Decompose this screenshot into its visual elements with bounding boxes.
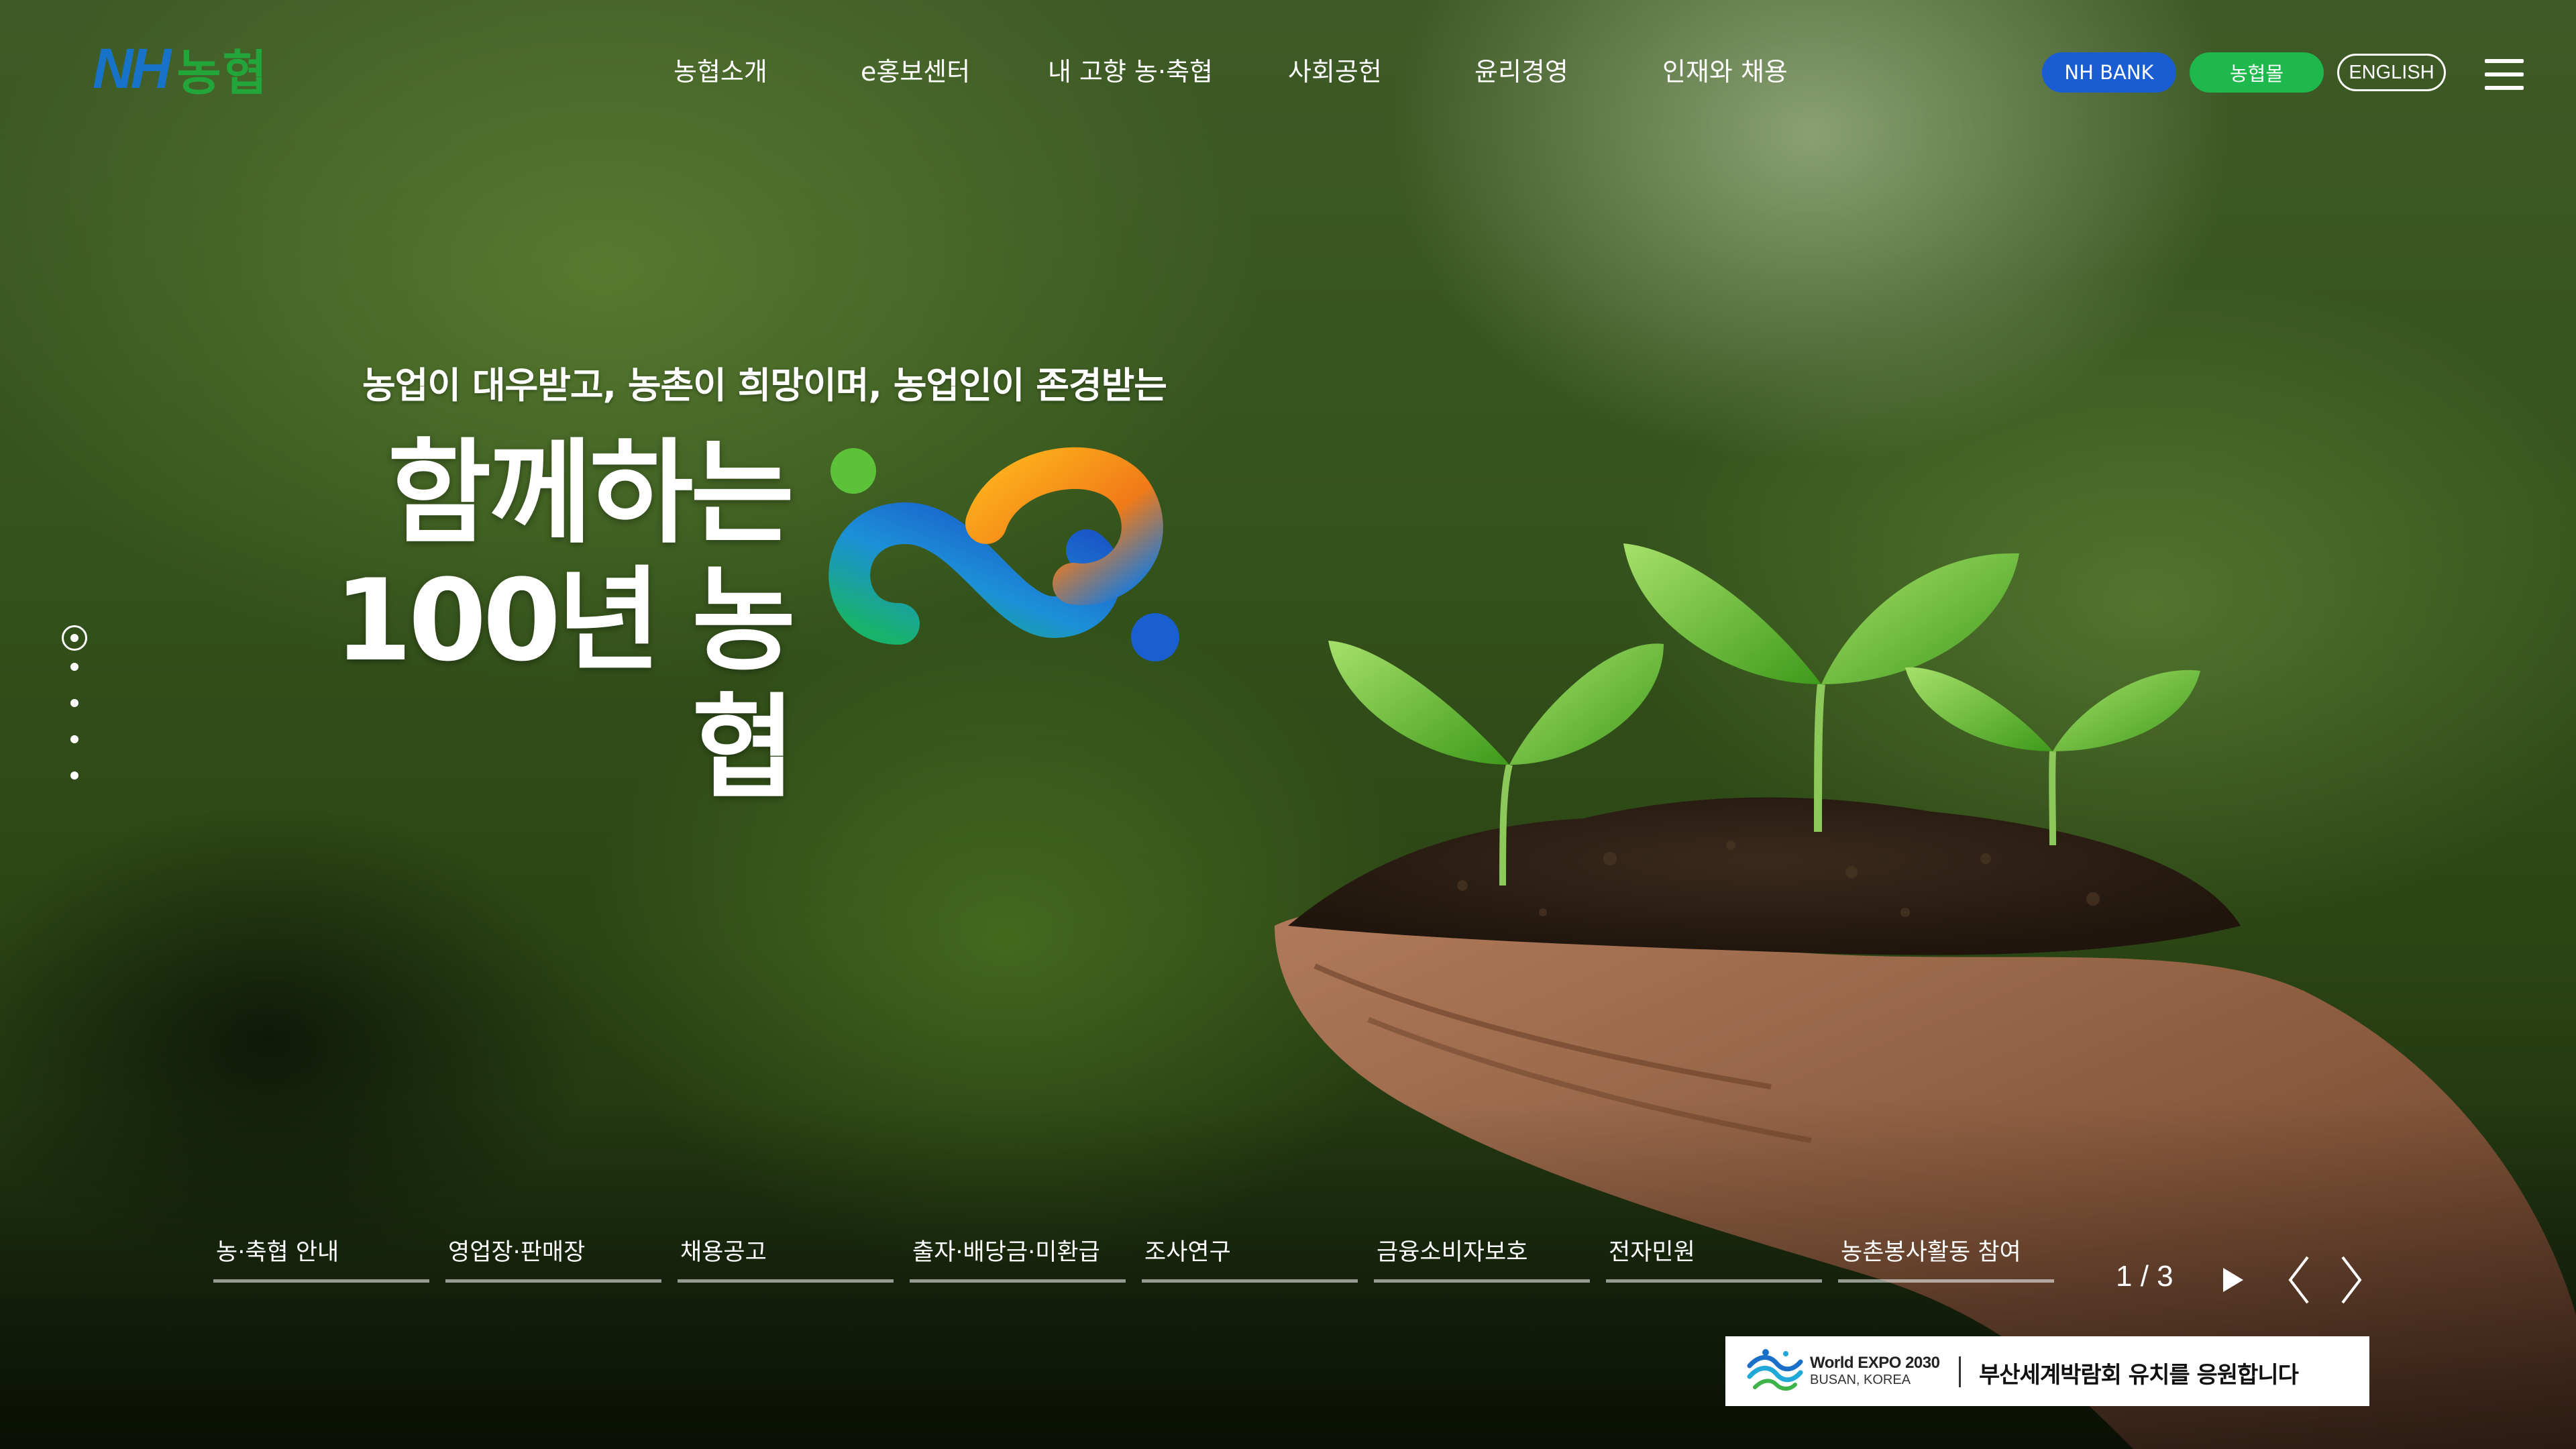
slide-counter: 1 / 3 (2116, 1260, 2174, 1293)
quick-link-research[interactable]: 조사연구 (1142, 1233, 1358, 1283)
quick-link-label: 조사연구 (1144, 1239, 1231, 1266)
nav-item-social-contribution[interactable]: 사회공헌 (1288, 51, 1382, 88)
hero-title-line1: 함께하는 (387, 427, 794, 559)
quick-link-job-postings[interactable]: 채용공고 (678, 1233, 894, 1283)
hero-title-line2: 100년 농협 (333, 555, 796, 814)
quick-link-label: 금융소비자보호 (1377, 1239, 1528, 1266)
expo-2030-banner[interactable]: World EXPO 2030 BUSAN, KOREA 부산세계박람회 유치를… (1725, 1336, 2369, 1406)
slide-indicator-dot[interactable] (70, 771, 78, 780)
expo-location-en: BUSAN, KOREA (1810, 1373, 1911, 1387)
next-arrow-icon[interactable] (2340, 1256, 2363, 1304)
nav-item-careers[interactable]: 인재와 채용 (1662, 51, 1788, 88)
quick-link-branches[interactable]: 영업장·판매장 (445, 1233, 661, 1283)
quick-link-label: 농·축협 안내 (216, 1239, 339, 1266)
centennial-infinity-emblem (828, 447, 1179, 661)
quick-links: 농·축협 안내 영업장·판매장 채용공고 출자·배당금·미환급 조사연구 금융소… (213, 1233, 2058, 1287)
menu-icon[interactable] (2485, 59, 2524, 90)
nh-bank-button[interactable]: NH BANK (2042, 52, 2176, 93)
slide-indicator-active[interactable] (62, 625, 87, 651)
expo-title-en: World EXPO 2030 (1810, 1354, 1940, 1372)
nav-item-ethics[interactable]: 윤리경영 (1474, 51, 1568, 88)
slide-indicator-dot[interactable] (70, 699, 78, 707)
slide-indicator-dot[interactable] (70, 735, 78, 743)
quick-link-label: 영업장·판매장 (448, 1239, 586, 1266)
expo-wave-icon (1747, 1349, 1803, 1391)
quick-link-coop-guide[interactable]: 농·축협 안내 (213, 1233, 429, 1283)
quick-link-volunteer[interactable]: 농촌봉사활동 참여 (1838, 1233, 2054, 1283)
slide-indicator-dot[interactable] (70, 663, 78, 671)
slide-indicators (59, 625, 93, 800)
logo-nh-text: NH (93, 36, 171, 100)
nh-logo[interactable]: NH 농협 (93, 37, 268, 101)
hero-title: 함께하는 100년 농협 (309, 427, 796, 814)
quick-link-label: 전자민원 (1609, 1239, 1695, 1266)
play-icon[interactable] (2220, 1267, 2245, 1293)
nav-item-pr-center[interactable]: e홍보센터 (861, 51, 970, 88)
nav-item-about[interactable]: 농협소개 (674, 51, 767, 88)
quick-link-label: 출자·배당금·미환급 (912, 1239, 1100, 1266)
hero-slogan: 농업이 대우받고, 농촌이 희망이며, 농업인이 존경받는 (362, 364, 1167, 407)
nav-item-local-coop[interactable]: 내 고향 농·축협 (1048, 51, 1213, 88)
quick-link-label: 농촌봉사활동 참여 (1841, 1239, 2021, 1266)
prev-arrow-icon[interactable] (2288, 1256, 2310, 1304)
expo-divider (1959, 1356, 1961, 1387)
expo-support-text: 부산세계박람회 유치를 응원합니다 (1979, 1362, 2299, 1389)
quick-link-consumer-protection[interactable]: 금융소비자보호 (1374, 1233, 1590, 1283)
quick-link-dividends[interactable]: 출자·배당금·미환급 (910, 1233, 1126, 1283)
quick-link-e-petition[interactable]: 전자민원 (1606, 1233, 1822, 1283)
english-button[interactable]: ENGLISH (2337, 54, 2446, 91)
quick-link-label: 채용공고 (680, 1239, 767, 1266)
site-header: NH 농협 농협소개 e홍보센터 내 고향 농·축협 사회공헌 윤리경영 인재와… (0, 0, 2576, 148)
nh-mall-button[interactable]: 농협몰 (2190, 52, 2324, 93)
logo-korean-text: 농협 (176, 44, 268, 101)
